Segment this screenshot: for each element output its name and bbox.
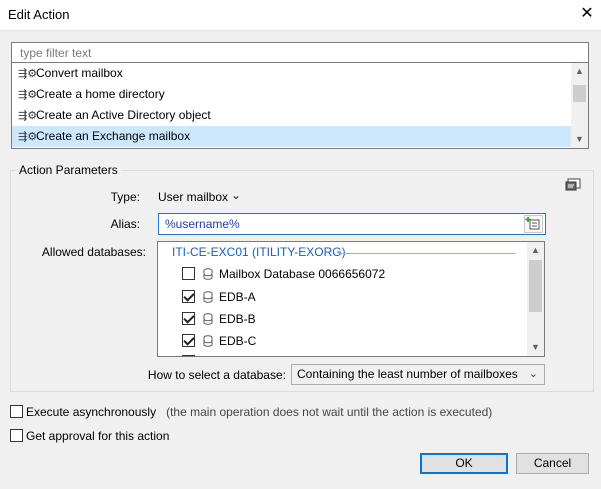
allowed-databases-label: Allowed databases:	[41, 245, 146, 259]
scroll-down-icon[interactable]: ▼	[527, 339, 544, 356]
title-bar	[0, 0, 601, 30]
action-gear-icon: ⇶⚙	[18, 110, 38, 122]
db-checkbox[interactable]	[182, 290, 195, 304]
list-item-label: Create a home directory	[36, 87, 165, 101]
db-row-edb-a[interactable]: EDB-A	[182, 285, 256, 307]
db-label: EDB-C	[219, 333, 257, 348]
scroll-down-icon[interactable]: ▼	[571, 131, 588, 148]
action-gear-icon: ⇶⚙	[18, 68, 38, 80]
scroll-thumb[interactable]	[529, 260, 542, 312]
scroll-thumb[interactable]	[573, 85, 586, 102]
db-checkbox[interactable]	[182, 267, 195, 281]
database-selection-dropdown[interactable]: Containing the least number of mailboxes…	[291, 364, 545, 385]
list-item-label: Create an Active Directory object	[36, 108, 211, 122]
insert-property-icon	[525, 217, 540, 230]
list-item-create-home-directory[interactable]: ⇶⚙Create a home directory	[12, 84, 573, 105]
db-checkbox[interactable]	[182, 334, 195, 348]
action-list-scrollbar[interactable]: ▲ ▼	[571, 63, 588, 148]
chevron-down-icon[interactable]: ⌄	[231, 188, 241, 202]
db-checkbox	[182, 355, 195, 356]
database-icon	[203, 335, 213, 347]
db-row-edb-b[interactable]: EDB-B	[182, 307, 256, 329]
list-item-label: Convert mailbox	[36, 66, 123, 80]
get-approval-checkbox[interactable]	[10, 429, 23, 443]
group-title: Action Parameters	[16, 163, 121, 177]
action-list[interactable]: ⇶⚙Convert mailbox ⇶⚙Create a home direct…	[11, 63, 589, 149]
type-dropdown[interactable]: User mailbox	[158, 190, 228, 204]
list-item-label: Create an Exchange mailbox	[36, 129, 191, 143]
execute-async-label: Execute asynchronously	[26, 405, 157, 419]
cancel-button[interactable]: Cancel	[516, 453, 589, 474]
db-row-mailbox-database[interactable]: Mailbox Database 0066656072	[182, 262, 385, 284]
alias-label: Alias:	[110, 217, 140, 231]
database-icon	[203, 268, 213, 280]
scroll-up-icon[interactable]: ▲	[527, 242, 544, 259]
db-label: Mailbox Database 0066656072	[219, 266, 386, 281]
execute-async-note: (the main operation does not wait until …	[166, 405, 493, 419]
execute-async-option[interactable]: Execute asynchronously (the main operati…	[10, 404, 492, 420]
database-icon	[203, 313, 213, 325]
db-row-edb-c[interactable]: EDB-C	[182, 329, 256, 351]
database-list[interactable]: ITI-CE-EXC01 (ITILITY-EXORG) Mailbox Dat…	[157, 241, 545, 357]
close-icon[interactable]: ✕	[578, 5, 596, 23]
scroll-up-icon[interactable]: ▲	[571, 63, 588, 80]
window-title: Edit Action	[8, 7, 70, 22]
alias-field[interactable]: %username%	[158, 213, 546, 235]
type-label: Type:	[110, 190, 140, 204]
get-approval-label: Get approval for this action	[26, 429, 170, 443]
db-checkbox[interactable]	[182, 312, 195, 326]
chevron-down-icon: ⌄	[528, 368, 538, 380]
action-gear-icon: ⇶⚙	[18, 89, 38, 101]
filter-input[interactable]	[11, 42, 589, 63]
select-value: Containing the least number of mailboxes	[297, 367, 518, 381]
parameters-icon[interactable]	[565, 178, 581, 192]
execute-async-checkbox[interactable]	[10, 405, 23, 419]
action-gear-icon: ⇶⚙	[18, 131, 38, 143]
select-database-label: How to select a database:	[147, 368, 286, 382]
database-icon	[203, 291, 213, 303]
list-item-create-ad-object[interactable]: ⇶⚙Create an Active Directory object	[12, 105, 573, 126]
insert-property-button[interactable]	[524, 215, 543, 233]
db-label: EDB-A	[219, 289, 256, 304]
db-label: EDB-B	[219, 311, 256, 326]
db-group-divider	[338, 253, 516, 254]
ok-button[interactable]: OK	[420, 453, 508, 474]
db-row-partial	[182, 350, 203, 356]
list-item-create-exchange-mailbox[interactable]: ⇶⚙Create an Exchange mailbox	[12, 126, 573, 147]
db-group-header: ITI-CE-EXC01 (ITILITY-EXORG)	[172, 245, 346, 259]
list-item-convert-mailbox[interactable]: ⇶⚙Convert mailbox	[12, 63, 573, 84]
database-list-scrollbar[interactable]: ▲ ▼	[527, 242, 544, 356]
get-approval-option[interactable]: Get approval for this action	[10, 428, 169, 444]
alias-value: %username%	[165, 217, 240, 231]
